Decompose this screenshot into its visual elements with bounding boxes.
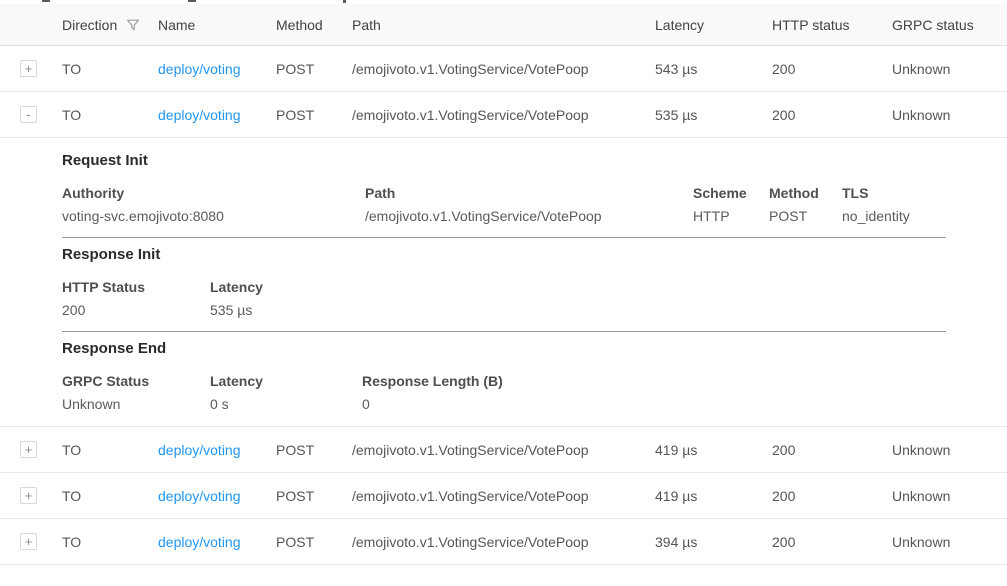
section-divider xyxy=(62,331,946,332)
field-value: Unknown xyxy=(62,396,210,412)
field-value: /emojivoto.v1.VotingService/VotePoop xyxy=(365,208,693,224)
response-init-fields: HTTP Status 200 Latency 535 µs xyxy=(62,279,946,318)
grpc-status-cell: Unknown xyxy=(892,61,1007,77)
table-row: + TO deploy/voting POST /emojivoto.v1.Vo… xyxy=(0,519,1007,565)
field-tls: TLS no_identity xyxy=(842,185,946,224)
field-scheme: Scheme HTTP xyxy=(693,185,769,224)
direction-cell: TO xyxy=(62,534,158,550)
resource-link[interactable]: deploy/voting xyxy=(158,534,241,550)
method-cell: POST xyxy=(276,488,352,504)
resource-link[interactable]: deploy/voting xyxy=(158,61,241,77)
field-label: TLS xyxy=(842,185,946,201)
http-status-cell: 200 xyxy=(772,61,892,77)
table-header-row: Direction Name Method Path Latency HTTP … xyxy=(0,4,1007,46)
field-value: 0 s xyxy=(210,396,362,412)
field-value: POST xyxy=(769,208,842,224)
field-value: 535 µs xyxy=(210,302,946,318)
latency-cell: 419 µs xyxy=(655,442,772,458)
clipped-text-fragment xyxy=(42,0,50,2)
field-label: Method xyxy=(769,185,842,201)
expand-row-button[interactable]: + xyxy=(20,533,37,550)
column-header-path: Path xyxy=(352,17,655,33)
grpc-status-cell: Unknown xyxy=(892,107,1007,123)
path-cell: /emojivoto.v1.VotingService/VotePoop xyxy=(352,534,655,550)
field-grpc-status: GRPC Status Unknown xyxy=(62,373,210,412)
field-label: Response Length (B) xyxy=(362,373,946,389)
http-status-cell: 200 xyxy=(772,534,892,550)
grpc-status-cell: Unknown xyxy=(892,442,1007,458)
column-header-grpc-status: GRPC status xyxy=(892,17,1007,33)
http-status-cell: 200 xyxy=(772,442,892,458)
response-end-title: Response End xyxy=(62,340,946,357)
resource-link[interactable]: deploy/voting xyxy=(158,442,241,458)
http-status-cell: 200 xyxy=(772,107,892,123)
method-cell: POST xyxy=(276,534,352,550)
latency-cell: 543 µs xyxy=(655,61,772,77)
direction-cell: TO xyxy=(62,107,158,123)
column-header-name: Name xyxy=(158,17,276,33)
clipped-text-fragment xyxy=(188,0,196,2)
table-row: + TO deploy/voting POST /emojivoto.v1.Vo… xyxy=(0,46,1007,92)
path-cell: /emojivoto.v1.VotingService/VotePoop xyxy=(352,107,655,123)
row-detail-panel: Request Init Authority voting-svc.emojiv… xyxy=(0,138,1007,427)
clipped-text-fragment xyxy=(343,0,346,3)
table-row: + TO deploy/voting POST /emojivoto.v1.Vo… xyxy=(0,473,1007,519)
http-status-cell: 200 xyxy=(772,488,892,504)
resource-link[interactable]: deploy/voting xyxy=(158,488,241,504)
expand-row-button[interactable]: + xyxy=(20,441,37,458)
field-response-length: Response Length (B) 0 xyxy=(362,373,946,412)
column-header-method: Method xyxy=(276,17,352,33)
field-authority: Authority voting-svc.emojivoto:8080 xyxy=(62,185,365,224)
request-init-fields: Authority voting-svc.emojivoto:8080 Path… xyxy=(62,185,946,224)
field-method: Method POST xyxy=(769,185,842,224)
field-latency: Latency 0 s xyxy=(210,373,362,412)
field-http-status: HTTP Status 200 xyxy=(62,279,210,318)
column-header-direction: Direction xyxy=(62,17,158,33)
field-label: GRPC Status xyxy=(62,373,210,389)
path-cell: /emojivoto.v1.VotingService/VotePoop xyxy=(352,488,655,504)
field-value: voting-svc.emojivoto:8080 xyxy=(62,208,365,224)
field-value: HTTP xyxy=(693,208,769,224)
field-value: no_identity xyxy=(842,208,946,224)
field-label: Latency xyxy=(210,279,946,295)
expand-row-button[interactable]: + xyxy=(20,487,37,504)
table-row-expanded: - TO deploy/voting POST /emojivoto.v1.Vo… xyxy=(0,92,1007,138)
field-label: Path xyxy=(365,185,693,201)
method-cell: POST xyxy=(276,61,352,77)
path-cell: /emojivoto.v1.VotingService/VotePoop xyxy=(352,61,655,77)
field-label: Authority xyxy=(62,185,365,201)
grpc-status-cell: Unknown xyxy=(892,534,1007,550)
column-header-http-status: HTTP status xyxy=(772,17,892,33)
direction-cell: TO xyxy=(62,442,158,458)
response-end-fields: GRPC Status Unknown Latency 0 s Response… xyxy=(62,373,946,412)
latency-cell: 419 µs xyxy=(655,488,772,504)
resource-link[interactable]: deploy/voting xyxy=(158,107,241,123)
path-cell: /emojivoto.v1.VotingService/VotePoop xyxy=(352,442,655,458)
clipped-content-above xyxy=(0,0,1007,4)
expand-row-button[interactable]: + xyxy=(20,60,37,77)
direction-header-label: Direction xyxy=(62,17,117,33)
latency-cell: 535 µs xyxy=(655,107,772,123)
request-init-title: Request Init xyxy=(62,152,946,169)
collapse-row-button[interactable]: - xyxy=(20,106,37,123)
tap-results-table: Direction Name Method Path Latency HTTP … xyxy=(0,4,1007,565)
direction-cell: TO xyxy=(62,61,158,77)
section-divider xyxy=(62,237,946,238)
column-header-latency: Latency xyxy=(655,17,772,33)
field-value: 200 xyxy=(62,302,210,318)
field-label: Scheme xyxy=(693,185,769,201)
filter-funnel-icon[interactable] xyxy=(126,18,140,32)
field-path: Path /emojivoto.v1.VotingService/VotePoo… xyxy=(365,185,693,224)
field-value: 0 xyxy=(362,396,946,412)
field-label: HTTP Status xyxy=(62,279,210,295)
response-init-title: Response Init xyxy=(62,246,946,263)
field-label: Latency xyxy=(210,373,362,389)
grpc-status-cell: Unknown xyxy=(892,488,1007,504)
table-row: + TO deploy/voting POST /emojivoto.v1.Vo… xyxy=(0,427,1007,473)
method-cell: POST xyxy=(276,442,352,458)
method-cell: POST xyxy=(276,107,352,123)
direction-cell: TO xyxy=(62,488,158,504)
latency-cell: 394 µs xyxy=(655,534,772,550)
field-latency: Latency 535 µs xyxy=(210,279,946,318)
